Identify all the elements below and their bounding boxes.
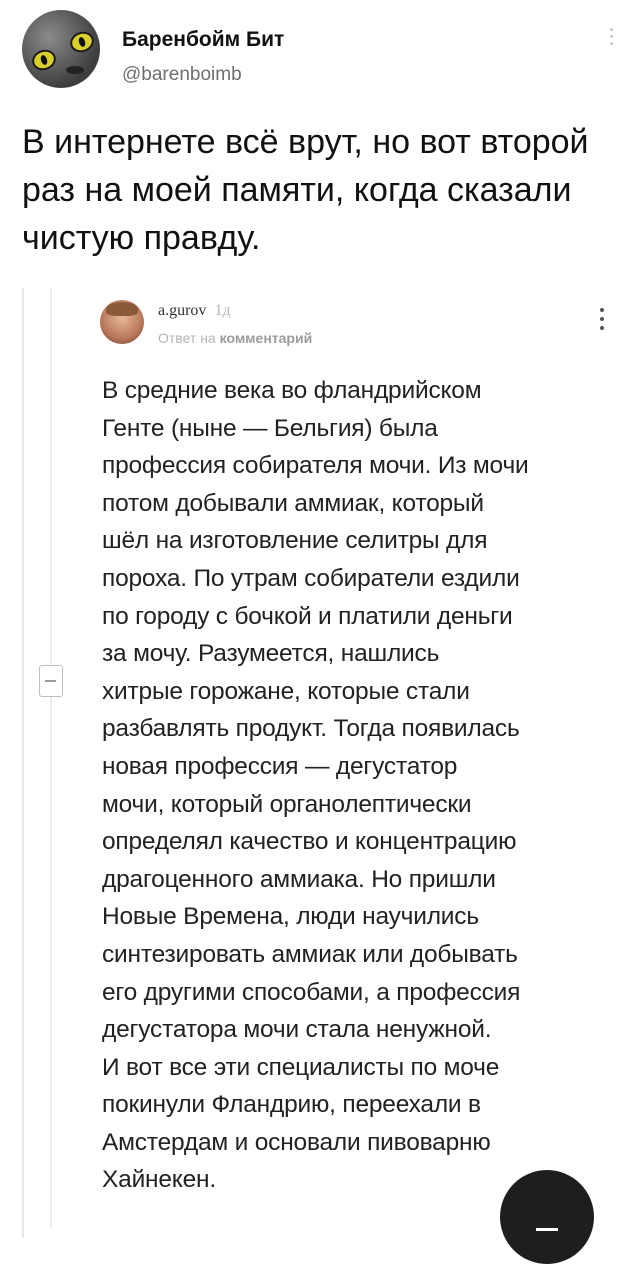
comment-line: новая профессия — дегустатор — [102, 752, 458, 780]
comment-text: В средние века во фландрийском Генте (ны… — [102, 372, 622, 1199]
comment-line: по городу с бочкой и платили деньги — [102, 602, 513, 630]
comment-line: синтезировать аммиак или добывать — [102, 940, 518, 968]
author-name[interactable]: Баренбойм Бит — [122, 28, 284, 52]
comment-line: пороха. По утрам собиратели ездили — [102, 564, 520, 592]
comment-line: разбавлять продукт. Тогда появилась — [102, 715, 520, 743]
compose-icon — [536, 1228, 558, 1237]
comment-line: покинули Фландрию, переехали в — [102, 1091, 481, 1119]
comment-author-name[interactable]: a.gurov — [158, 302, 206, 319]
comment-line: драгоценного аммиака. Но пришли — [102, 865, 496, 893]
comment-more-options-icon[interactable] — [600, 308, 604, 335]
comment-author[interactable]: a.gurov 1д — [158, 302, 231, 320]
collapse-minus-icon[interactable] — [39, 665, 63, 697]
comment-line: дегустатора мочи стала ненужной. — [102, 1016, 492, 1044]
comment-line: за мочу. Разумеется, нашлись — [102, 640, 440, 668]
comment-line: В средние века во фландрийском — [102, 377, 482, 404]
comment-line: профессия собирателя мочи. Из мочи — [102, 452, 529, 480]
thread-line — [50, 288, 52, 1228]
comment-line: Амстердам и основали пивоварню — [102, 1128, 491, 1156]
comment-line: шёл на изготовление селитры для — [102, 527, 488, 555]
comment-line: Генте (ныне — Бельгия) была — [102, 414, 438, 442]
tweet-header: Баренбойм Бит @barenboimb — [22, 10, 622, 102]
compose-button[interactable] — [500, 1170, 594, 1264]
reply-prefix: Ответ на — [158, 330, 216, 346]
more-options-icon[interactable] — [610, 28, 614, 49]
comment-line: мочи, который органолептически — [102, 790, 472, 818]
comment-line: Новые Времена, люди научились — [102, 903, 479, 931]
avatar-mouth — [66, 66, 84, 74]
comment-line: его другими способами, а профессия — [102, 978, 521, 1006]
comment-age: 1д — [214, 302, 231, 319]
comment-reply-context: Ответ на комментарий — [158, 330, 312, 346]
comment-line: И вот все эти специалисты по моче — [102, 1053, 500, 1081]
comment-author-avatar[interactable] — [100, 300, 144, 344]
author-handle[interactable]: @barenboimb — [122, 64, 242, 86]
tweet-text: В интернете всё врут, но вот второй раз … — [22, 123, 589, 257]
reply-target-link[interactable]: комментарий — [220, 330, 313, 346]
comment-line: хитрые горожане, которые стали — [102, 677, 470, 705]
avatar-eye-left — [29, 46, 59, 74]
author-avatar[interactable] — [22, 10, 100, 88]
comment-line: потом добывали аммиак, который — [102, 489, 484, 517]
embedded-comment-screenshot: a.gurov 1д Ответ на комментарий В средние… — [22, 288, 622, 1238]
comment-line: определял качество и концентрацию — [102, 828, 517, 856]
avatar-eye-right — [67, 28, 97, 56]
